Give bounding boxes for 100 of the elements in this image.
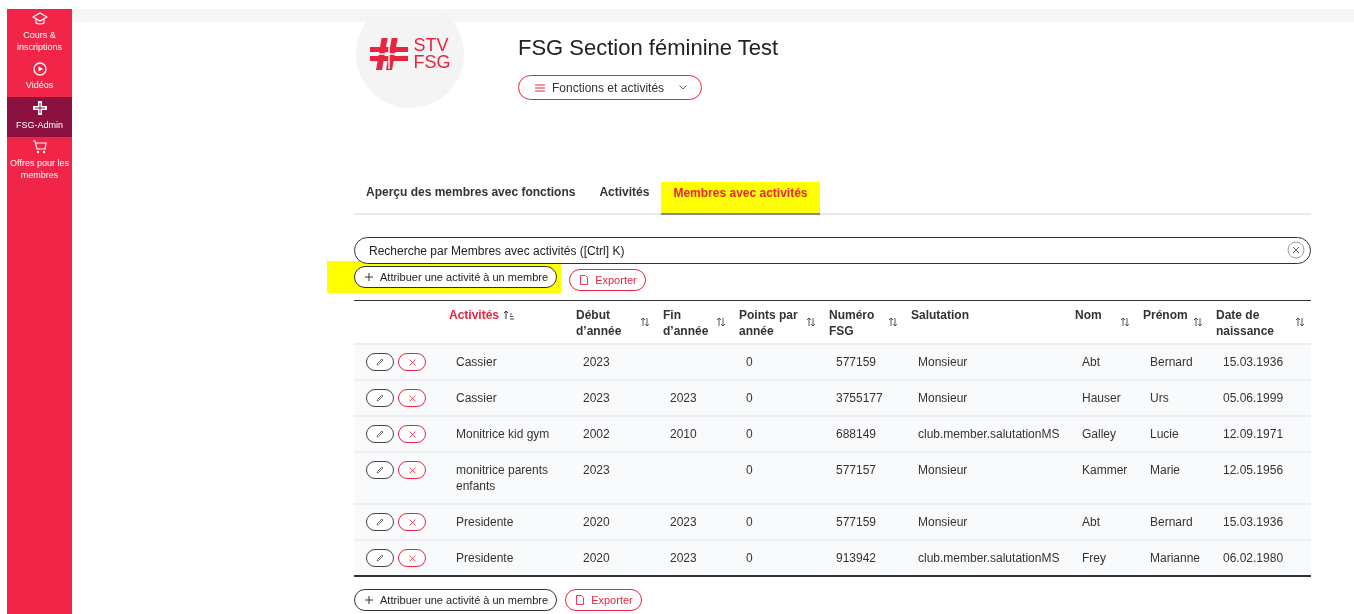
table-cell: 06.02.1980 bbox=[1223, 551, 1284, 565]
chevron-down-icon bbox=[679, 85, 688, 90]
column-header[interactable]: Prénom bbox=[1143, 307, 1188, 323]
column-header[interactable]: Salutation bbox=[911, 307, 969, 323]
table-cell: club.member.salutationMS bbox=[918, 551, 1060, 565]
delete-button[interactable] bbox=[398, 513, 426, 531]
delete-button[interactable] bbox=[398, 389, 426, 407]
table-cell: 2020 bbox=[583, 515, 610, 529]
column-header[interactable]: Activités bbox=[449, 307, 500, 323]
tab[interactable]: Activités bbox=[587, 180, 662, 213]
close-icon bbox=[408, 466, 416, 474]
logo-text: FSG bbox=[413, 54, 451, 71]
sidebar-item[interactable]: Cours & inscriptions bbox=[7, 9, 72, 59]
table-cell: Marie bbox=[1150, 463, 1180, 477]
column-header[interactable]: Début d’année bbox=[576, 307, 640, 339]
sidebar-item[interactable]: Vidéos bbox=[7, 59, 72, 97]
sidebar-item[interactable]: FSG-Admin bbox=[7, 97, 72, 137]
column-header[interactable]: Nom bbox=[1075, 307, 1102, 323]
play-icon bbox=[32, 62, 47, 76]
close-icon[interactable] bbox=[1287, 241, 1305, 259]
pencil-icon bbox=[376, 394, 384, 402]
delete-button[interactable] bbox=[398, 353, 426, 371]
table-cell: Monitrice kid gym bbox=[456, 427, 550, 441]
table-cell: Abt bbox=[1082, 355, 1100, 369]
table-cell: 0 bbox=[746, 355, 753, 369]
table-cell: 2020 bbox=[583, 551, 610, 565]
delete-button[interactable] bbox=[398, 425, 426, 443]
table-cell: Kammer bbox=[1082, 463, 1128, 477]
table-cell: Hauser bbox=[1082, 391, 1121, 405]
table-cell: Presidente bbox=[456, 515, 514, 529]
table-cell: Presidente bbox=[456, 551, 514, 565]
add-activity-button[interactable]: Attribuer une activité à un membre bbox=[354, 589, 558, 611]
table-cell: Lucie bbox=[1150, 427, 1179, 441]
table-cell: Cassier bbox=[456, 391, 497, 405]
table-cell: 2010 bbox=[670, 427, 697, 441]
search-field[interactable]: Recherche par Membres avec activités ([Ctrl] K) bbox=[354, 237, 1311, 264]
edit-button[interactable] bbox=[366, 389, 394, 407]
column-header[interactable]: Points par année bbox=[739, 307, 806, 339]
sort-icon[interactable] bbox=[716, 317, 726, 327]
document-icon bbox=[580, 275, 589, 285]
table-cell: club.member.salutationMS bbox=[918, 427, 1060, 441]
column-header[interactable]: Numéro FSG bbox=[829, 307, 888, 339]
tab[interactable]: Membres avec activités bbox=[661, 182, 820, 215]
sort-icon[interactable] bbox=[1193, 317, 1203, 327]
edit-button[interactable] bbox=[366, 425, 394, 443]
table-cell: Galley bbox=[1082, 427, 1116, 441]
pencil-icon bbox=[376, 466, 384, 474]
close-icon bbox=[408, 518, 416, 526]
sort-icon[interactable] bbox=[888, 317, 898, 327]
table-cell: 2023 bbox=[583, 355, 610, 369]
table-cell: 15.03.1936 bbox=[1223, 355, 1284, 369]
table-cell: 577157 bbox=[836, 463, 877, 477]
table-cell: monitrice parents enfants bbox=[456, 463, 549, 493]
table-cell: 0 bbox=[746, 427, 753, 441]
sort-icon[interactable] bbox=[1120, 317, 1130, 327]
table-cell: Marianne bbox=[1150, 551, 1201, 565]
table-cell: 15.03.1936 bbox=[1223, 515, 1284, 529]
table-cell: 577159 bbox=[836, 515, 877, 529]
sort-icon[interactable] bbox=[640, 317, 650, 327]
table-cell: 2023 bbox=[670, 551, 697, 565]
column-header[interactable]: Date de naissance bbox=[1216, 307, 1295, 339]
close-icon bbox=[408, 430, 416, 438]
delete-button[interactable] bbox=[398, 461, 426, 479]
plus-icon bbox=[365, 273, 373, 281]
plus-icon bbox=[365, 596, 373, 604]
sort-ascending-icon[interactable] bbox=[503, 310, 516, 320]
graduation-cap-icon bbox=[31, 12, 48, 26]
tab[interactable]: Aperçu des membres avec fonctions bbox=[354, 180, 588, 213]
cross-logo-icon bbox=[369, 36, 410, 72]
logo-text: STV bbox=[413, 37, 450, 54]
list-icon bbox=[535, 83, 545, 92]
table-cell: 2023 bbox=[583, 463, 610, 477]
table-cell: 0 bbox=[746, 463, 753, 477]
table-cell: 577159 bbox=[836, 355, 877, 369]
cross-logo-icon bbox=[31, 100, 48, 116]
pencil-icon bbox=[376, 518, 384, 526]
table-cell: Frey bbox=[1082, 551, 1106, 565]
sort-icon[interactable] bbox=[806, 317, 816, 327]
table-cell: Monsieur bbox=[918, 355, 968, 369]
export-button[interactable]: Exporter bbox=[565, 589, 642, 611]
table-cell: 688149 bbox=[836, 427, 877, 441]
functions-dropdown[interactable]: Fonctions et activités bbox=[518, 75, 703, 100]
table-cell: Bernard bbox=[1150, 355, 1193, 369]
table-cell: 12.05.1956 bbox=[1223, 463, 1284, 477]
column-header[interactable]: Fin d’année bbox=[663, 307, 716, 339]
delete-button[interactable] bbox=[398, 549, 426, 567]
sort-icon[interactable] bbox=[1295, 317, 1305, 327]
edit-button[interactable] bbox=[366, 461, 394, 479]
pencil-icon bbox=[376, 554, 384, 562]
table-cell: Abt bbox=[1082, 515, 1100, 529]
close-icon bbox=[408, 554, 416, 562]
edit-button[interactable] bbox=[366, 353, 394, 371]
table-cell: 12.09.1971 bbox=[1223, 427, 1284, 441]
export-button[interactable]: Exporter bbox=[569, 269, 646, 291]
edit-button[interactable] bbox=[366, 513, 394, 531]
edit-button[interactable] bbox=[366, 549, 394, 567]
table-cell: 0 bbox=[746, 515, 753, 529]
add-activity-button[interactable]: Attribuer une activité à un membre bbox=[354, 266, 558, 288]
sidebar-item[interactable]: Offres pour les membres bbox=[7, 137, 72, 187]
table-cell: 0 bbox=[746, 551, 753, 565]
